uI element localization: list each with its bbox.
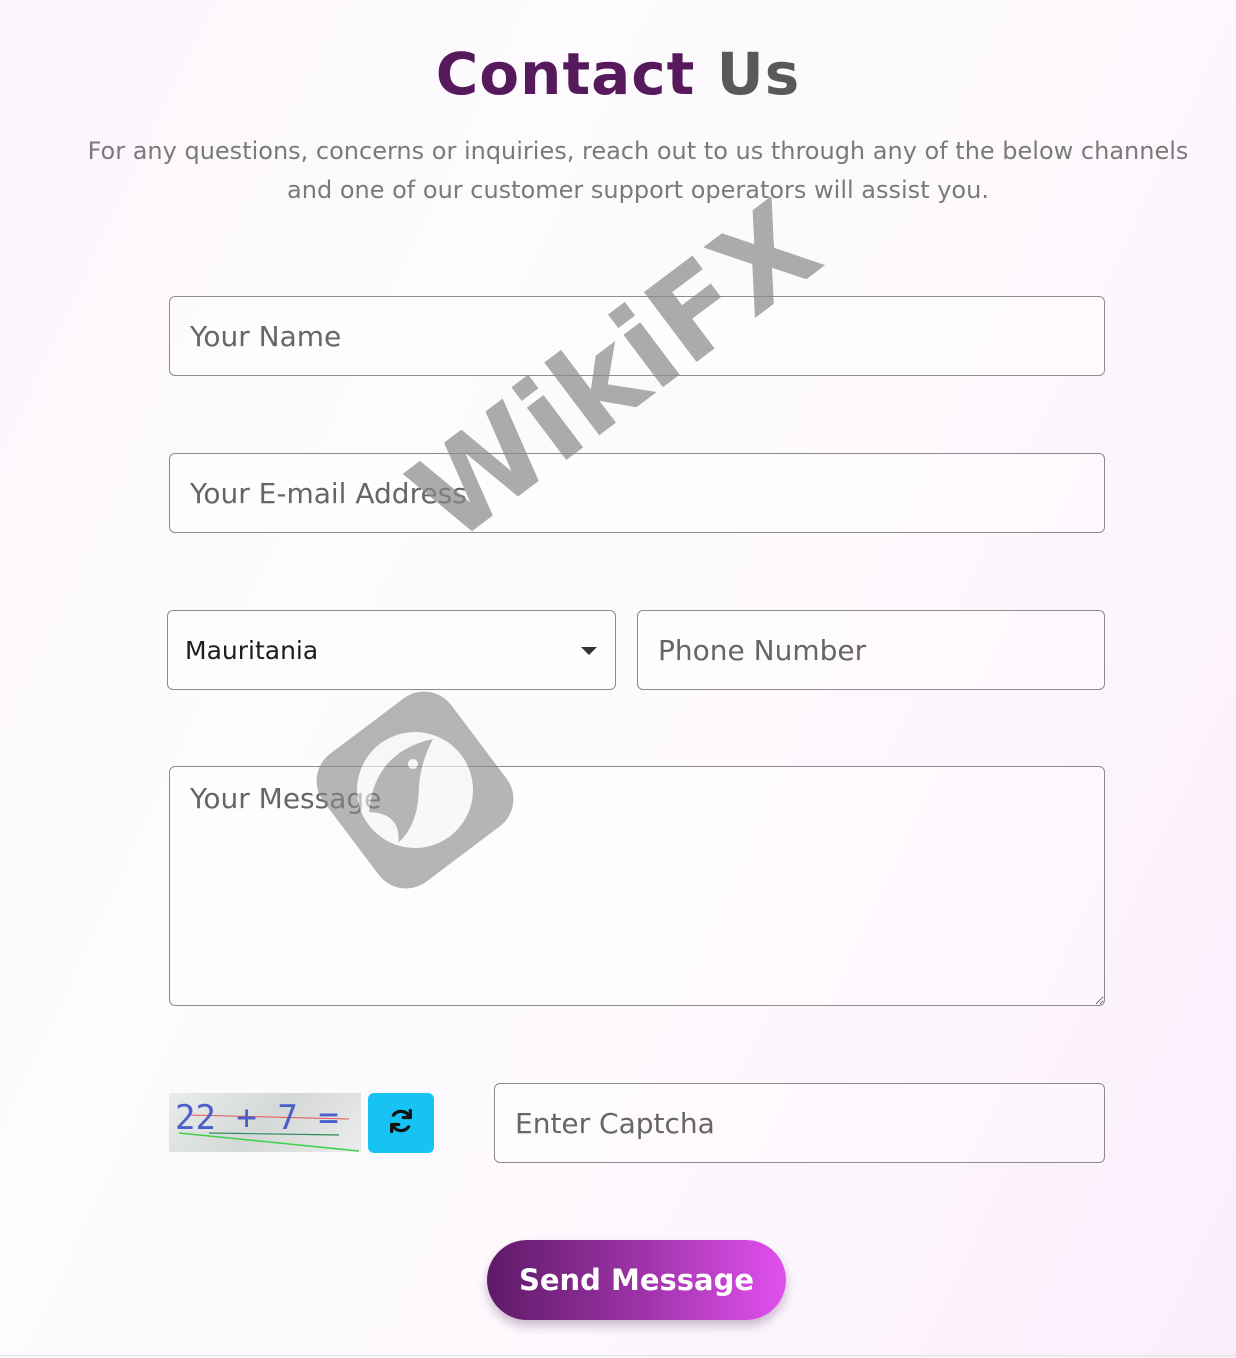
- refresh-icon: [387, 1107, 415, 1139]
- subtitle-line-1: For any questions, concerns or inquiries…: [87, 137, 1189, 165]
- phone-input[interactable]: [637, 610, 1105, 690]
- page-title-primary: Contact: [435, 40, 696, 108]
- page-subtitle: For any questions, concerns or inquiries…: [40, 132, 1236, 210]
- name-input[interactable]: [169, 296, 1105, 376]
- page-title: Contact Us: [0, 38, 1236, 110]
- email-input[interactable]: [169, 453, 1105, 533]
- contact-page: Contact Us For any questions, concerns o…: [0, 0, 1236, 1358]
- captcha-refresh-button[interactable]: [368, 1093, 434, 1153]
- message-textarea[interactable]: [169, 766, 1105, 1006]
- subtitle-line-2: and one of our customer support operator…: [287, 176, 989, 204]
- country-select[interactable]: Mauritania: [167, 610, 616, 690]
- page-bottom-divider: [0, 1355, 1236, 1356]
- captcha-text: 22 + 7 =: [175, 1098, 339, 1138]
- page-title-secondary: Us: [716, 40, 801, 108]
- chevron-down-icon: [581, 647, 597, 655]
- captcha-image: 22 + 7 =: [169, 1093, 361, 1152]
- captcha-input[interactable]: [494, 1083, 1105, 1163]
- send-message-button[interactable]: Send Message: [487, 1240, 786, 1320]
- country-selected-value: Mauritania: [185, 635, 319, 665]
